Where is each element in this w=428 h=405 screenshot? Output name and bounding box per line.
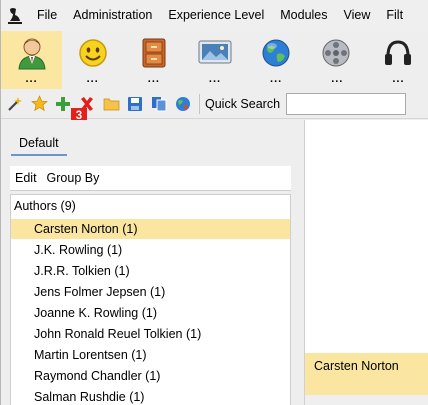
smiley-icon — [74, 34, 112, 72]
tree-item-author[interactable]: J.R.R. Tolkien (1) — [11, 261, 290, 281]
authors-tree: Authors (9) Carsten Norton (1) J.K. Rowl… — [10, 194, 291, 405]
panel-menu-bar: Edit Group By — [10, 166, 291, 191]
module-cabinet[interactable]: ... — [123, 31, 184, 89]
group-by-menu[interactable]: Group By — [42, 171, 105, 185]
menu-experience-level[interactable]: Experience Level — [160, 0, 272, 31]
tree-item-author[interactable]: John Ronald Reuel Tolkien (1) — [11, 324, 290, 344]
module-smiley[interactable]: ... — [62, 31, 123, 89]
menu-file[interactable]: File — [29, 0, 65, 31]
user-profile-icon — [13, 34, 51, 72]
toolbar-separator — [199, 93, 200, 114]
module-dots: ... — [208, 73, 222, 85]
tree-item-author[interactable]: Carsten Norton (1) — [11, 219, 290, 239]
cabinet-icon — [135, 34, 173, 72]
tree-item-author[interactable]: Jens Folmer Jepsen (1) — [11, 282, 290, 302]
application-window: File Administration Experience Level Mod… — [0, 0, 428, 405]
module-pictures[interactable]: ... — [184, 31, 245, 89]
app-logo-icon[interactable] — [1, 0, 29, 31]
globe-icon — [257, 34, 295, 72]
quick-search-input[interactable] — [286, 92, 407, 115]
module-movies[interactable]: ... — [307, 31, 368, 89]
module-web[interactable]: ... — [246, 31, 307, 89]
module-music[interactable]: ... — [368, 31, 428, 89]
menu-administration[interactable]: Administration — [65, 0, 160, 31]
picture-monitor-icon — [196, 34, 234, 72]
headphones-icon — [379, 34, 417, 72]
toolbar: Quick Search — [1, 89, 428, 119]
module-dots: ... — [25, 73, 38, 85]
module-dots: ... — [392, 73, 405, 85]
save-icon[interactable] — [125, 94, 145, 114]
internet-icon[interactable] — [173, 94, 193, 114]
horizontal-scrollbar[interactable] — [305, 395, 428, 405]
tree-item-author[interactable]: Salman Rushdie (1) — [11, 387, 290, 405]
quick-search-label: Quick Search — [205, 96, 281, 111]
selected-author-name: Carsten Norton — [314, 359, 399, 373]
tree-item-author[interactable]: J.K. Rowling (1) — [11, 240, 290, 260]
tree-root-authors[interactable]: Authors (9) — [14, 199, 76, 213]
add-icon[interactable] — [53, 94, 73, 114]
detail-pane: Carsten Norton — [304, 120, 428, 405]
tree-item-author[interactable]: Raymond Chandler (1) — [11, 366, 290, 386]
module-users[interactable]: ... — [1, 31, 63, 89]
module-dots: ... — [86, 73, 99, 85]
tab-strip: Default — [1, 120, 304, 158]
tree-item-author[interactable]: Martin Lorentsen (1) — [11, 345, 290, 365]
selected-item-strip[interactable]: Carsten Norton — [305, 353, 428, 395]
copy-icon[interactable] — [149, 94, 169, 114]
tab-default[interactable]: Default — [11, 130, 67, 156]
wand-icon[interactable] — [5, 94, 25, 114]
film-reel-icon — [318, 34, 356, 72]
menu-view[interactable]: View — [336, 0, 379, 31]
module-dots: ... — [147, 73, 160, 85]
menu-filter[interactable]: Filt — [378, 0, 411, 31]
menu-bar: File Administration Experience Level Mod… — [1, 0, 428, 31]
module-bar: ... ... ... ... ... ... ... — [1, 31, 428, 89]
edit-menu[interactable]: Edit — [10, 171, 42, 185]
tree-item-author[interactable]: Joanne K. Rowling (1) — [11, 303, 290, 323]
left-panel: Default Edit Group By Authors (9) Carste… — [1, 120, 304, 405]
folder-icon[interactable] — [101, 94, 121, 114]
menu-modules[interactable]: Modules — [272, 0, 335, 31]
module-dots: ... — [331, 73, 344, 85]
module-dots: ... — [270, 73, 283, 85]
star-icon[interactable] — [29, 94, 49, 114]
